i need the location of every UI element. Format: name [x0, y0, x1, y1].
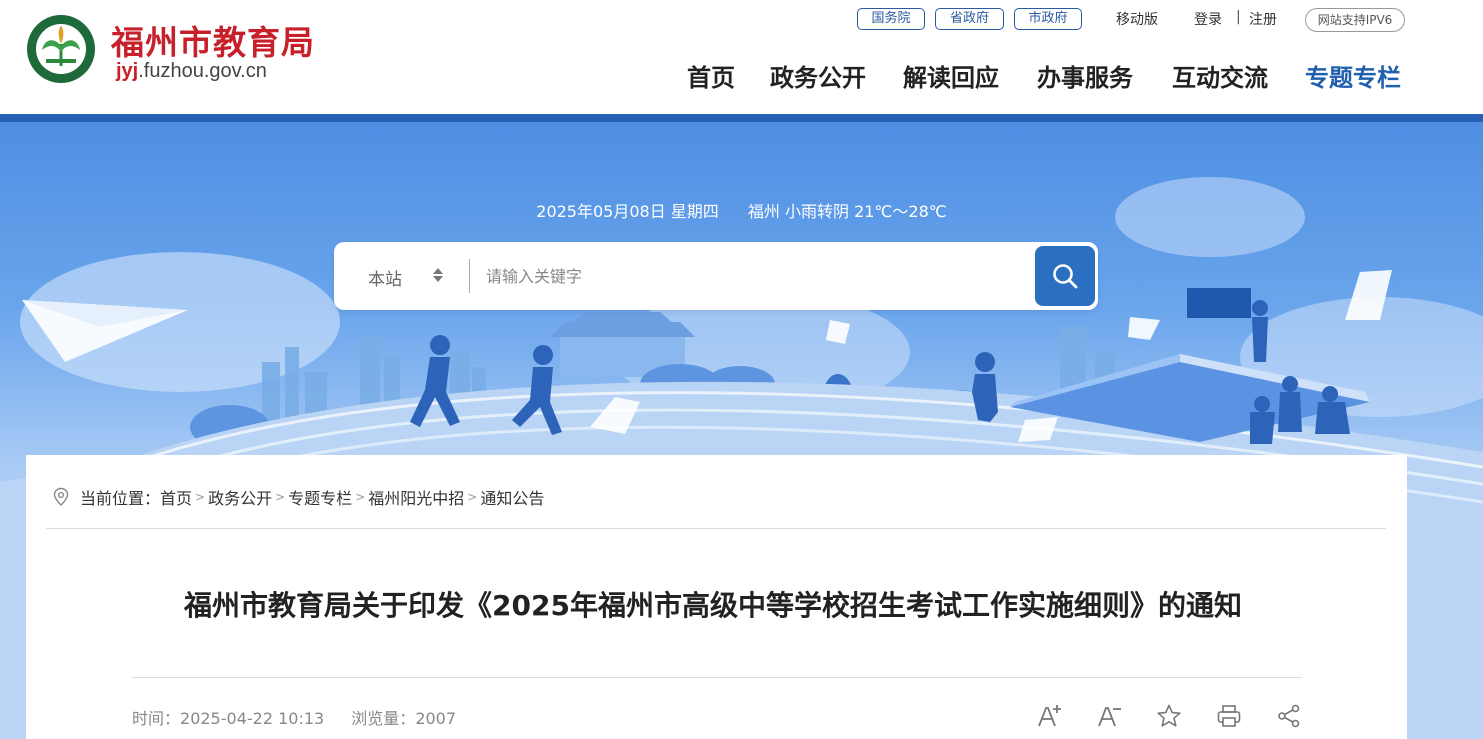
breadcrumb-special-topics[interactable]: 专题专栏 [288, 485, 352, 509]
weather-info: 福州 小雨转阴 21℃～28℃ [747, 202, 947, 221]
share-button[interactable] [1276, 703, 1302, 729]
breadcrumb-home[interactable]: 首页 [160, 485, 192, 509]
printer-icon [1217, 705, 1241, 727]
state-council-link[interactable]: 国务院 [857, 8, 925, 30]
breadcrumb-separator: > [195, 490, 206, 504]
nav-item-interpretation[interactable]: 解读回应 [903, 58, 999, 93]
breadcrumb-government-affairs[interactable]: 政务公开 [208, 485, 272, 509]
breadcrumb-separator: > [467, 490, 478, 504]
publish-time-value: 2025-04-22 10:13 [180, 709, 325, 728]
favorite-button[interactable] [1156, 703, 1182, 729]
date-weather-line: 2025年05月08日 星期四 福州 小雨转阴 21℃～28℃ [0, 198, 1483, 222]
ipv6-badge: 网站支持IPV6 [1305, 8, 1405, 32]
breadcrumb-notices[interactable]: 通知公告 [480, 485, 544, 509]
search-scope-select[interactable]: 本站 [368, 265, 402, 290]
font-decrease-button[interactable] [1096, 703, 1122, 729]
view-count-label: 浏览量： [351, 709, 416, 728]
share-icon [1278, 704, 1300, 728]
search-input[interactable] [486, 260, 1026, 292]
nav-item-government-affairs[interactable]: 政务公开 [770, 58, 866, 93]
nav-item-special-topics[interactable]: 专题专栏 [1305, 58, 1401, 93]
link-separator: | [1236, 9, 1241, 25]
star-icon [1157, 704, 1181, 727]
publish-time-label: 时间： [132, 709, 181, 728]
site-domain-suffix: .fuzhou.gov.cn [138, 60, 267, 82]
top-links: 国务院 省政府 市政府 移动版 登录 | 注册 网站支持IPV6 [0, 4, 1483, 32]
search-divider [469, 259, 470, 293]
view-count: 浏览量：2007 [351, 709, 456, 728]
breadcrumb-sunshine-enrollment[interactable]: 福州阳光中招 [368, 485, 464, 509]
font-increase-button[interactable] [1036, 703, 1062, 729]
sort-arrows-icon[interactable] [432, 266, 444, 284]
search-box: 本站 [334, 242, 1098, 310]
mobile-version-link[interactable]: 移动版 [1116, 9, 1158, 29]
breadcrumb-prefix: 当前位置： [80, 489, 161, 508]
nav-item-services[interactable]: 办事服务 [1037, 58, 1133, 93]
publish-time: 时间：2025-04-22 10:13 [132, 709, 324, 728]
header-divider-bar [0, 114, 1483, 122]
login-link[interactable]: 登录 [1194, 9, 1222, 29]
breadcrumb-separator: > [275, 490, 286, 504]
location-pin-icon [53, 487, 69, 506]
article-meta: 时间：2025-04-22 10:13 浏览量：2007 [132, 705, 478, 729]
print-button[interactable] [1216, 703, 1242, 729]
site-header: 福州市教育局 jyj.fuzhou.gov.cn 国务院 省政府 市政府 移动版… [0, 0, 1483, 114]
city-gov-link[interactable]: 市政府 [1014, 8, 1082, 30]
nav-item-home[interactable]: 首页 [687, 58, 735, 93]
provincial-gov-link[interactable]: 省政府 [935, 8, 1004, 30]
search-button[interactable] [1035, 246, 1095, 306]
title-divider [132, 677, 1302, 678]
site-domain-prefix: jyj [116, 60, 139, 82]
font-increase-icon [1038, 705, 1061, 727]
breadcrumb: 当前位置： 首页 > 政务公开 > 专题专栏 > 福州阳光中招 > 通知公告 [52, 486, 544, 508]
site-domain[interactable]: jyj.fuzhou.gov.cn [116, 60, 267, 83]
search-icon [1053, 264, 1078, 289]
current-date: 2025年05月08日 星期四 [536, 202, 719, 221]
register-link[interactable]: 注册 [1249, 9, 1277, 29]
breadcrumb-divider [46, 528, 1386, 529]
breadcrumb-separator: > [355, 490, 366, 504]
article-title: 福州市教育局关于印发《2025年福州市高级中等学校招生考试工作实施细则》的通知 [184, 589, 1242, 622]
font-decrease-icon [1098, 707, 1121, 727]
view-count-value: 2007 [415, 709, 457, 728]
nav-item-interaction[interactable]: 互动交流 [1172, 58, 1268, 93]
